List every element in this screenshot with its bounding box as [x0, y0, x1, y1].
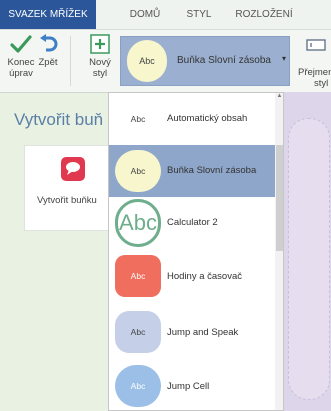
rename-icon: [306, 39, 326, 51]
create-cell-label: Vytvořit buňku: [37, 195, 97, 206]
chevron-down-icon: ▾: [281, 54, 286, 63]
scrollbar-thumb[interactable]: [276, 145, 283, 251]
style-option-hodiny-a-casovac[interactable]: Abc Hodiny a časovač: [109, 251, 275, 303]
undo-icon: [40, 34, 58, 52]
scroll-up-icon[interactable]: ▲: [275, 93, 283, 99]
style-swatch: Abc: [115, 255, 161, 297]
dropdown-scrollbar[interactable]: ▲: [275, 93, 283, 410]
style-swatch: Abc: [115, 98, 161, 140]
gallery-style-swatch: Abc: [127, 40, 167, 82]
style-swatch: Abc: [115, 199, 161, 247]
grid-cell-outline: [288, 118, 330, 400]
finish-editing-label-2: úprav: [9, 68, 33, 79]
new-style-label-1: Nový: [89, 57, 111, 68]
new-style-button[interactable]: Nový styl: [86, 34, 114, 79]
style-option-bunka-slovni-zasoba[interactable]: Abc Buňka Slovní zásoba: [109, 145, 275, 197]
style-option-label: Jump Cell: [167, 381, 210, 392]
rename-style-label-2: styl: [314, 78, 329, 89]
style-option-automaticky-obsah[interactable]: Abc Automatický obsah: [109, 93, 275, 145]
add-icon: [90, 34, 110, 54]
rename-style-label-1: Přejmen: [298, 67, 331, 78]
speech-bubble-icon: [61, 157, 85, 181]
pane-title: Vytvořit buň: [14, 110, 104, 129]
new-style-label-2: styl: [92, 68, 108, 79]
style-option-calculator-2[interactable]: Abc Calculator 2: [109, 197, 275, 249]
style-gallery-dropdown[interactable]: Abc Buňka Slovní zásoba ▾: [120, 36, 290, 86]
style-swatch: Abc: [115, 311, 161, 353]
undo-label: Zpět: [38, 57, 58, 68]
style-dropdown-list: Abc Automatický obsah Abc Buňka Slovní z…: [108, 92, 284, 411]
ribbon-separator: [70, 36, 71, 86]
tab-domu[interactable]: DOMŮ: [118, 0, 172, 29]
style-swatch: Abc: [115, 365, 161, 407]
style-option-label: Automatický obsah: [167, 113, 248, 124]
tab-rozlozeni[interactable]: ROZLOŽENÍ: [228, 0, 300, 29]
style-option-jump-cell[interactable]: Abc Jump Cell: [109, 361, 275, 410]
style-option-label: Hodiny a časovač: [167, 271, 242, 282]
style-option-label: Buňka Slovní zásoba: [167, 165, 257, 176]
style-option-jump-and-speak[interactable]: Abc Jump and Speak: [109, 307, 275, 359]
tab-svazek-mrizek[interactable]: SVAZEK MŘÍŽEK: [0, 0, 96, 29]
style-option-label: Jump and Speak: [167, 327, 239, 338]
style-swatch: Abc: [115, 150, 161, 192]
undo-button[interactable]: Zpět: [34, 34, 62, 68]
finish-editing-button[interactable]: Konec úprav: [6, 34, 36, 79]
rename-style-button[interactable]: Přejmen styl: [296, 30, 331, 92]
tab-styl[interactable]: STYL: [178, 0, 220, 29]
finish-editing-label-1: Konec: [7, 57, 35, 68]
gallery-selected-label: Buňka Slovní zásoba: [177, 55, 271, 66]
ribbon-tab-bar: SVAZEK MŘÍŽEK DOMŮ STYL ROZLOŽENÍ: [0, 0, 331, 30]
checkmark-icon: [10, 35, 32, 53]
style-option-label: Calculator 2: [167, 217, 218, 228]
